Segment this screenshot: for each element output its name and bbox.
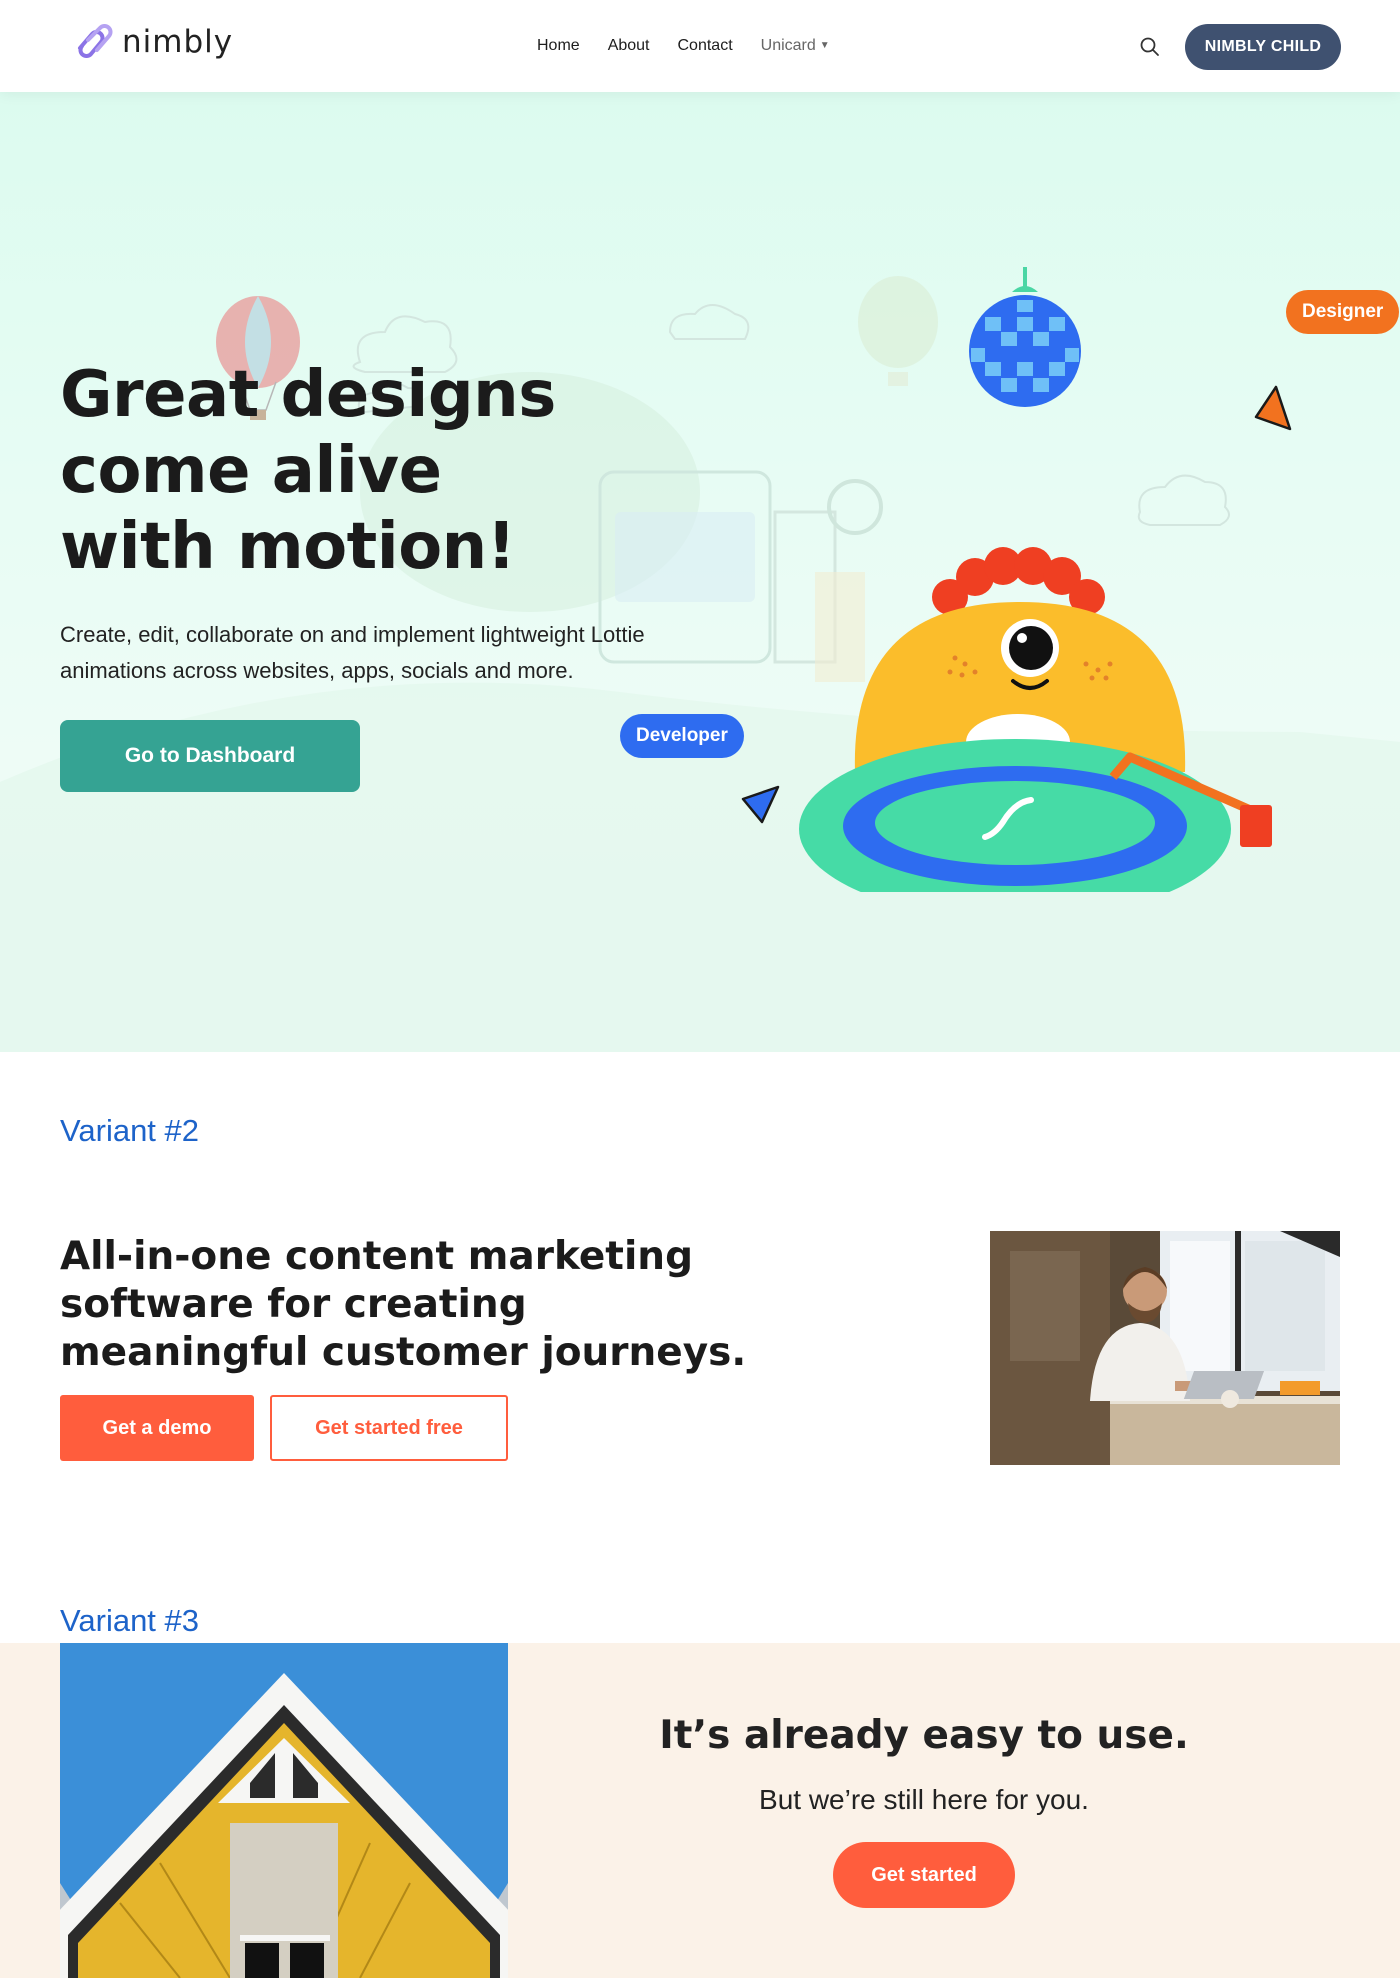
nav-home[interactable]: Home <box>537 37 580 55</box>
logo[interactable]: nimbly <box>72 20 233 64</box>
disco-ball-icon <box>969 267 1081 407</box>
yellow-house-photo <box>60 1643 508 1978</box>
hero-section: Great designs come alive with motion! Cr… <box>0 92 1400 1052</box>
variant-3-title: It’s already easy to use. <box>659 1713 1189 1758</box>
logo-mark-icon <box>78 24 113 58</box>
main-nav: Home About Contact Unicard ▼ <box>537 37 830 55</box>
variant-2-label: Variant #2 <box>60 1113 200 1148</box>
get-started-free-button[interactable]: Get started free <box>270 1395 508 1461</box>
variant-2-title: All-in-one content marketing software fo… <box>60 1234 747 1375</box>
designer-cursor-icon <box>1254 385 1292 431</box>
developer-tag: Developer <box>620 714 744 758</box>
get-started-button[interactable]: Get started <box>833 1842 1015 1908</box>
nav-about[interactable]: About <box>608 37 650 55</box>
variant-3-label: Variant #3 <box>60 1603 200 1638</box>
logo-text: nimbly <box>122 24 234 60</box>
search-icon[interactable] <box>1139 36 1161 58</box>
man-at-desk-photo <box>990 1231 1340 1465</box>
hero-title: Great designs come alive with motion! <box>60 357 620 585</box>
site-header: nimbly Home About Contact Unicard ▼ NIMBL… <box>0 0 1400 92</box>
hero-title-line: with motion! <box>60 510 516 584</box>
mascot-illustration <box>741 267 1292 892</box>
designer-tag: Designer <box>1286 290 1400 334</box>
nimbly-child-button[interactable]: NIMBLY CHILD <box>1185 24 1341 70</box>
caret-down-icon: ▼ <box>819 40 830 51</box>
hero-title-line: Great designs <box>60 358 556 432</box>
nav-unicard-dropdown[interactable]: Unicard ▼ <box>761 37 830 55</box>
nav-unicard-label: Unicard <box>760 37 816 54</box>
go-to-dashboard-button[interactable]: Go to Dashboard <box>60 720 360 792</box>
nav-contact[interactable]: Contact <box>678 37 733 55</box>
developer-cursor-icon <box>741 785 780 824</box>
hero-title-line: come alive <box>60 434 442 508</box>
get-a-demo-button[interactable]: Get a demo <box>60 1395 254 1461</box>
variant-3-subtitle: But we’re still here for you. <box>759 1784 1089 1815</box>
